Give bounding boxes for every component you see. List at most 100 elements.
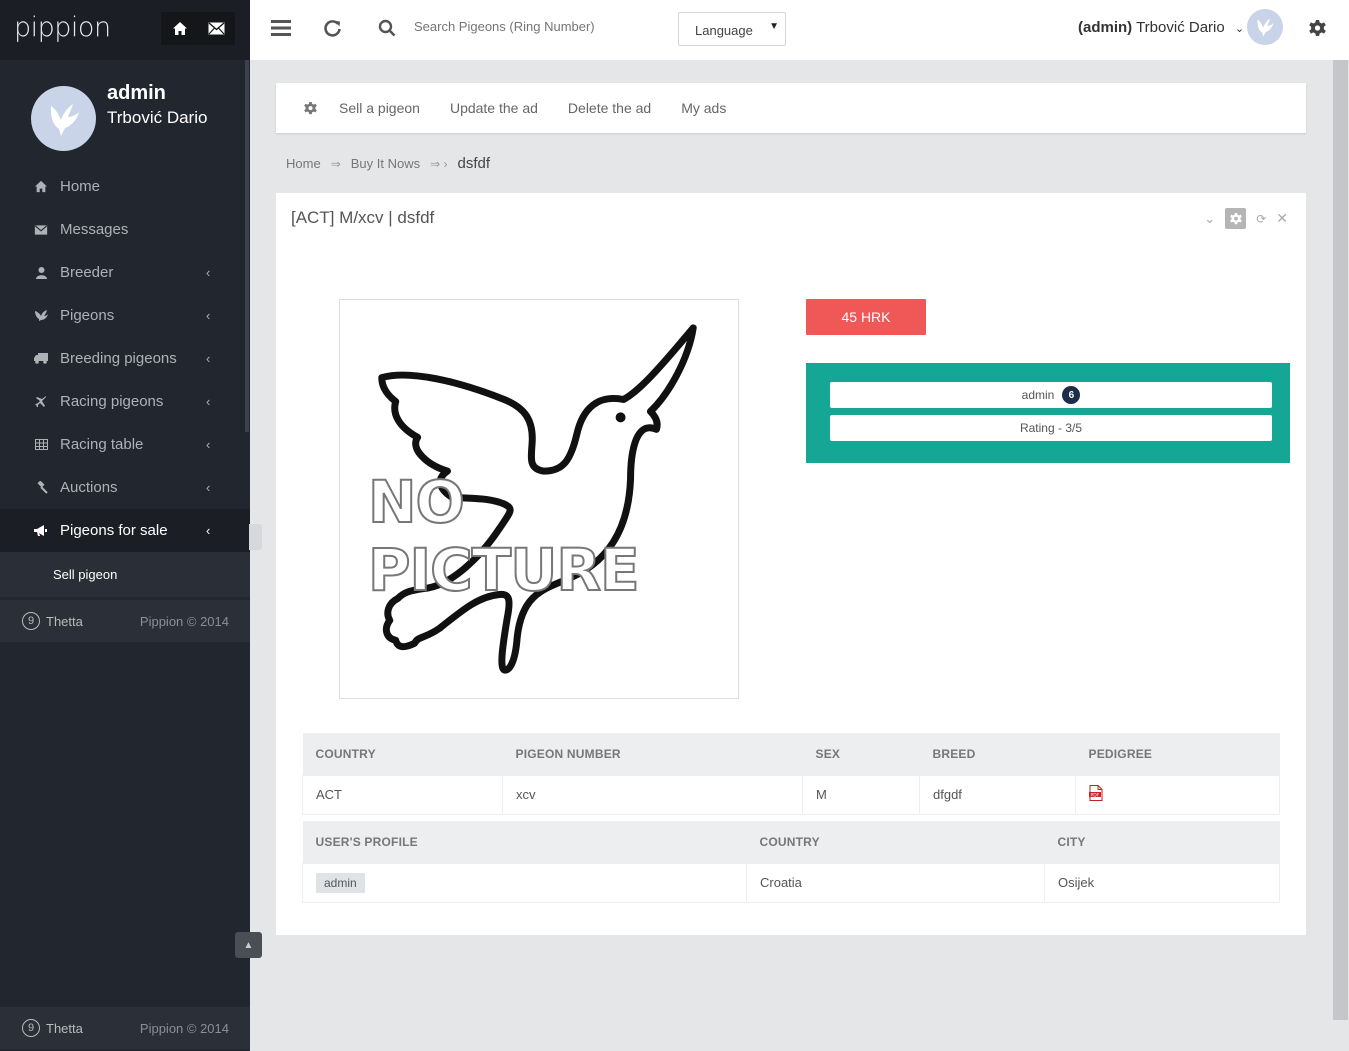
- truck-icon: [33, 353, 49, 364]
- sidebar-item-auctions[interactable]: Auctions ‹: [0, 466, 250, 509]
- user-profile-tag[interactable]: admin: [316, 872, 365, 893]
- sidebar-item-label: Breeding pigeons: [60, 350, 177, 367]
- sidebar-item-breeding-pigeons[interactable]: Breeding pigeons ‹: [0, 337, 250, 380]
- column-header: CITY: [1044, 821, 1280, 863]
- sidebar-subitem-sell-pigeon[interactable]: Sell pigeon: [0, 552, 250, 597]
- arrow-right-icon: ⇒: [330, 156, 341, 171]
- sidebar-item-racing-table[interactable]: Racing table ‹: [0, 423, 250, 466]
- thetta-logo-icon: 9: [22, 1019, 40, 1037]
- pigeon-picture: NO PICTURE: [339, 299, 739, 699]
- sell-pigeon-link[interactable]: Sell a pigeon: [339, 100, 420, 116]
- user-avatar[interactable]: [1247, 9, 1283, 45]
- user-icon: [33, 266, 49, 279]
- menu-toggle-icon[interactable]: [271, 19, 291, 40]
- ad-detail-panel: [ACT] M/xcv | dsfdf ⌄ ⟳ ✕ NO PICTURE 45 …: [276, 193, 1306, 935]
- cell-country: Croatia: [746, 862, 1045, 903]
- gear-icon: [304, 101, 317, 115]
- cell-breed: dfgdf: [919, 774, 1076, 815]
- cell-sex: M: [802, 774, 920, 815]
- panel-tools: ⌄ ⟳ ✕: [1204, 208, 1288, 229]
- gavel-icon: [33, 481, 49, 494]
- home-icon[interactable]: [161, 12, 198, 45]
- sidebar-item-racing-pigeons[interactable]: Racing pigeons ‹: [0, 380, 250, 423]
- sidebar-item-label: Pigeons for sale: [60, 522, 168, 539]
- breadcrumb-current: dsfdf: [457, 155, 491, 172]
- chevron-down-icon: ⌄: [1234, 23, 1245, 35]
- thetta-brand[interactable]: 9 Thetta: [22, 1019, 83, 1037]
- table-row: admin Croatia Osijek: [302, 862, 1280, 903]
- column-header: SEX: [802, 733, 920, 775]
- collapse-chevron-icon[interactable]: ⌄: [1204, 211, 1215, 227]
- sidebar-nav: Home Messages Breeder ‹ Pigeons ‹ Breedi…: [0, 165, 250, 597]
- sidebar-item-breeder[interactable]: Breeder ‹: [0, 251, 250, 294]
- profile-fullname: Trbović Dario: [107, 108, 208, 127]
- table-row: ACT xcv M dfgdf PDF: [302, 774, 1280, 815]
- pdf-icon[interactable]: PDF: [1089, 785, 1103, 801]
- sidebar-item-home[interactable]: Home: [0, 165, 250, 208]
- user-menu[interactable]: (admin) Trbović Dario ⌄: [1078, 19, 1244, 36]
- sidebar-item-label: Racing pigeons: [60, 393, 164, 410]
- user-info-table: USER'S PROFILE COUNTRY CITY admin Croati…: [302, 821, 1280, 903]
- language-select[interactable]: Language ▼: [678, 12, 786, 46]
- cell-user-profile: admin: [302, 862, 747, 903]
- topbar: Language ▼ (admin) Trbović Dario ⌄: [250, 0, 1349, 60]
- cell-country: ACT: [302, 774, 503, 815]
- sidebar: pippion admin Trbović Dario Home Message…: [0, 0, 262, 1051]
- app-logo[interactable]: pippion: [14, 12, 111, 43]
- search-icon[interactable]: [378, 19, 396, 40]
- sidebar-item-label: Pigeons: [60, 307, 115, 324]
- panel-close-icon[interactable]: ✕: [1276, 210, 1288, 227]
- table-header-row: COUNTRY PIGEON NUMBER SEX BREED PEDIGREE: [302, 733, 1280, 775]
- copyright: Pippion © 2014: [139, 613, 229, 629]
- delete-ad-link[interactable]: Delete the ad: [568, 100, 651, 116]
- table-icon: [33, 439, 49, 450]
- seller-count-badge: 6: [1062, 386, 1081, 404]
- breadcrumb-home[interactable]: Home: [286, 156, 321, 171]
- thetta-brand[interactable]: 9 Thetta: [22, 612, 83, 630]
- bird-icon: [33, 310, 49, 321]
- brand-label: Thetta: [46, 613, 83, 629]
- breadcrumb-section[interactable]: Buy It Nows: [351, 156, 420, 171]
- scroll-up-button[interactable]: ▲: [235, 932, 262, 958]
- user-menu-name: Trbović Dario: [1136, 19, 1225, 36]
- plane-icon: [33, 395, 49, 408]
- no-picture-label: NO PICTURE: [367, 467, 641, 605]
- sidebar-item-label: Auctions: [60, 479, 118, 496]
- seller-name-row[interactable]: admin 6: [830, 382, 1272, 408]
- settings-gear-icon[interactable]: [1309, 20, 1326, 40]
- cell-pedigree: PDF: [1075, 774, 1280, 815]
- panel-refresh-icon[interactable]: ⟳: [1256, 212, 1266, 226]
- pigeon-info-table: COUNTRY PIGEON NUMBER SEX BREED PEDIGREE…: [302, 733, 1280, 815]
- sidebar-item-pigeons-for-sale[interactable]: Pigeons for sale ‹: [0, 509, 250, 552]
- breadcrumb: Home ⇒ Buy It Nows ⇒ › dsfdf: [286, 155, 490, 172]
- refresh-icon[interactable]: [323, 19, 342, 41]
- copyright: Pippion © 2014: [139, 1020, 229, 1036]
- seller-box: admin 6 Rating - 3/5: [806, 363, 1290, 463]
- sidebar-item-label: Breeder: [60, 264, 114, 281]
- column-header: BREED: [919, 733, 1076, 775]
- profile-username: admin: [107, 82, 166, 104]
- column-header: USER'S PROFILE: [302, 821, 747, 863]
- arrow-right-icon: ⇒ ›: [430, 156, 448, 171]
- sidebar-item-pigeons[interactable]: Pigeons ‹: [0, 294, 250, 337]
- sidebar-collapse-handle[interactable]: [249, 524, 262, 550]
- sidebar-footer-fixed: 9 Thetta Pippion © 2014: [0, 1007, 250, 1049]
- sidebar-item-messages[interactable]: Messages: [0, 208, 250, 251]
- chevron-left-icon: ‹: [206, 351, 211, 366]
- sidebar-item-label: Messages: [60, 221, 129, 238]
- search-input[interactable]: [414, 19, 654, 34]
- main-scrollbar[interactable]: [1333, 60, 1348, 1020]
- sidebar-footer: 9 Thetta Pippion © 2014: [0, 600, 250, 642]
- column-header: COUNTRY: [746, 821, 1045, 863]
- column-header: PEDIGREE: [1075, 733, 1280, 775]
- panel-settings-icon[interactable]: [1225, 208, 1247, 229]
- chevron-left-icon: ‹: [206, 437, 211, 452]
- chevron-left-icon: ‹: [206, 480, 211, 495]
- column-header: COUNTRY: [302, 733, 503, 775]
- logo-bar: pippion: [0, 0, 250, 60]
- mail-icon[interactable]: [198, 12, 235, 45]
- chevron-left-icon: ‹: [206, 394, 211, 409]
- update-ad-link[interactable]: Update the ad: [450, 100, 538, 116]
- avatar[interactable]: [31, 86, 96, 151]
- my-ads-link[interactable]: My ads: [681, 100, 726, 116]
